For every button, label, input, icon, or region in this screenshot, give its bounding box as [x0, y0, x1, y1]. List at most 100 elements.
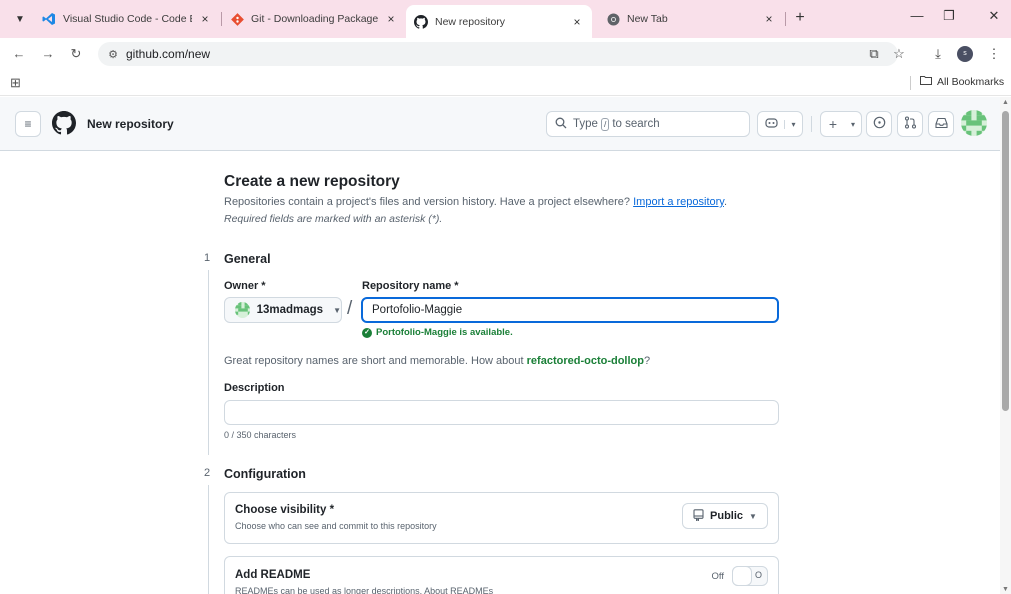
search-box[interactable]: Type / to search [546, 111, 750, 137]
reload-icon: ↻ [70, 46, 82, 61]
step-connector [208, 270, 209, 455]
close-icon: ✕ [988, 8, 1000, 23]
omnibox[interactable]: ⚙ github.com/new [98, 42, 898, 66]
close-icon[interactable]: × [570, 15, 584, 29]
profile-avatar[interactable]: s [957, 46, 973, 62]
url-text: github.com/new [126, 47, 211, 61]
close-icon[interactable]: × [198, 12, 212, 26]
kebab-menu-icon: ⋮ [987, 46, 1001, 61]
search-shortcut-key: / [600, 117, 610, 131]
section-title-configuration: Configuration [224, 467, 306, 481]
availability-text: Portofolio-Maggie is available. [376, 327, 513, 338]
availability-message: ✓ Portofolio-Maggie is available. [362, 327, 513, 338]
chevron-down-icon: ▼ [15, 13, 25, 25]
visibility-subtitle: Choose who can see and commit to this re… [235, 521, 437, 531]
scroll-up-arrow-icon[interactable]: ▲ [1002, 99, 1009, 106]
browser-tab-strip: ▼ Visual Studio Code - Code Editi × Git … [0, 0, 1011, 38]
issues-button[interactable] [866, 111, 892, 137]
tab-search-button[interactable]: ▼ [10, 9, 30, 29]
chevron-down-icon: ▾ [850, 119, 855, 129]
create-new-button[interactable]: + ▾ [820, 111, 862, 137]
readme-toggle-group: Off O [711, 566, 768, 586]
owner-label: Owner * [224, 280, 266, 292]
readme-title: Add README [235, 569, 311, 581]
suggested-name-link[interactable]: refactored-octo-dollop [527, 355, 644, 367]
bookmarks-divider [910, 76, 911, 90]
search-icon [555, 117, 567, 132]
repository-name-input[interactable] [361, 297, 779, 323]
github-logo-icon[interactable] [52, 111, 76, 135]
name-suggestion: Great repository names are short and mem… [224, 355, 650, 367]
global-nav-button[interactable]: ≡ [15, 111, 41, 137]
repo-icon [693, 508, 704, 524]
back-button[interactable]: ← [10, 45, 28, 63]
new-tab-button[interactable]: + [790, 9, 810, 27]
repo-name-label: Repository name * [362, 280, 459, 292]
github-header: ≡ New repository Type / to search ▾ + ▾ [0, 97, 1000, 151]
tab-git[interactable]: Git - Downloading Package × [222, 5, 406, 33]
all-bookmarks-button[interactable]: All Bookmarks [920, 75, 1004, 88]
step-number: 2 [204, 467, 211, 479]
context-title: New repository [87, 117, 174, 131]
visibility-dropdown[interactable]: Public ▼ [682, 503, 768, 529]
section-title-general: General [224, 252, 271, 266]
tab-title: New Tab [627, 13, 668, 25]
readme-toggle[interactable]: O [732, 566, 768, 586]
toggle-knob [732, 566, 752, 586]
issues-icon [873, 116, 886, 132]
install-icon: ⧉ [869, 46, 879, 61]
owner-repo-separator: / [347, 298, 353, 319]
close-icon[interactable]: × [384, 12, 398, 26]
readme-card: Add README READMEs can be used as longer… [224, 556, 779, 594]
search-suffix: to search [612, 118, 660, 130]
minimize-button[interactable]: — [903, 8, 931, 23]
tab-new-repository[interactable]: New repository × [406, 5, 592, 38]
vscode-icon [42, 12, 56, 26]
site-info-icon[interactable]: ⚙ [104, 48, 122, 61]
owner-name: 13madmags [256, 304, 324, 316]
arrow-left-icon: ← [12, 46, 26, 61]
description-input[interactable] [224, 400, 779, 425]
folder-icon [920, 75, 932, 88]
visibility-title: Choose visibility * [235, 504, 335, 516]
tab-new-tab[interactable]: New Tab × [598, 5, 784, 33]
browser-menu-button[interactable]: ⋮ [985, 45, 1003, 63]
install-app-button[interactable]: ⧉ [865, 45, 883, 63]
bookmark-star-button[interactable]: ☆ [890, 45, 908, 63]
scroll-down-arrow-icon[interactable]: ▼ [1002, 586, 1009, 593]
restore-button[interactable]: ❐ [935, 8, 963, 24]
owner-avatar [235, 302, 250, 318]
chevron-down-icon: ▼ [333, 305, 341, 315]
chevron-down-icon[interactable]: ▾ [784, 119, 802, 129]
page-scrollbar[interactable]: ▲ ▼ [1000, 97, 1011, 594]
scrollbar-thumb[interactable] [1002, 111, 1009, 411]
inbox-button[interactable] [928, 111, 954, 137]
header-divider [811, 116, 812, 132]
forward-button[interactable]: → [39, 45, 57, 63]
check-circle-icon: ✓ [362, 327, 372, 338]
tab-title: Git - Downloading Package [251, 13, 378, 25]
owner-dropdown[interactable]: 13madmags ▼ [224, 297, 342, 323]
visibility-value: Public [710, 510, 744, 522]
apps-grid-icon[interactable]: ⊞ [10, 75, 21, 91]
pull-requests-button[interactable] [897, 111, 923, 137]
tab-title: Visual Studio Code - Code Editi [63, 13, 192, 25]
copilot-button[interactable]: ▾ [757, 111, 803, 137]
close-window-button[interactable]: ✕ [980, 8, 1008, 24]
tab-vscode[interactable]: Visual Studio Code - Code Editi × [34, 5, 220, 33]
page-title: Create a new repository [224, 173, 400, 190]
star-icon: ☆ [893, 46, 905, 61]
page-description-end: . [724, 196, 728, 208]
all-bookmarks-label: All Bookmarks [937, 75, 1005, 88]
step-number: 1 [204, 252, 211, 264]
close-icon[interactable]: × [762, 12, 776, 26]
import-repository-link[interactable]: Import a repository [633, 196, 724, 208]
suggestion-prefix: Great repository names are short and mem… [224, 355, 524, 367]
user-avatar[interactable] [961, 110, 987, 136]
character-counter: 0 / 350 characters [224, 430, 297, 440]
downloads-button[interactable]: ⤓ [929, 45, 947, 63]
toggle-off-icon: O [754, 570, 762, 580]
chrome-icon [606, 12, 620, 26]
reload-button[interactable]: ↻ [67, 45, 85, 63]
toggle-state-label: Off [711, 570, 725, 582]
